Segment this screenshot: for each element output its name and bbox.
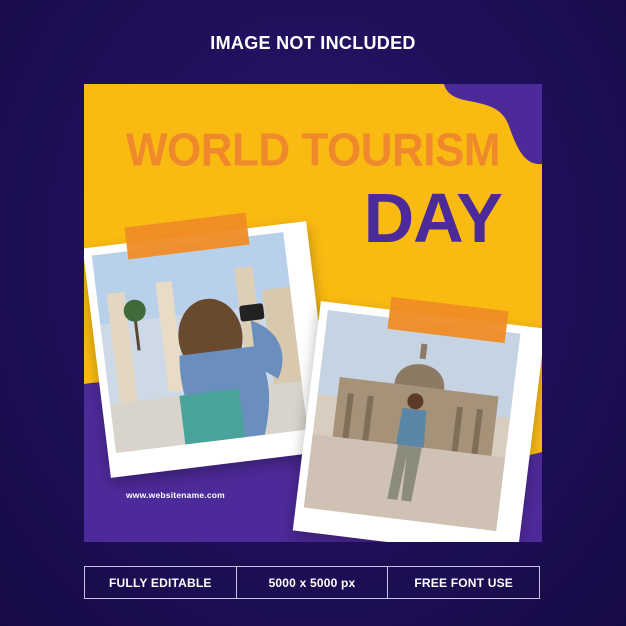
title-world-tourism: WORLD TOURISM [126, 124, 501, 177]
photo-frame-1 [84, 221, 335, 478]
title-day: DAY [363, 179, 503, 257]
feature-free-font: FREE FONT USE [387, 567, 539, 598]
photo-basilica-traveler [302, 310, 537, 542]
feature-bar: FULLY EDITABLE 5000 x 5000 px FREE FONT … [84, 566, 540, 599]
website-url: www.websitename.com [126, 490, 225, 500]
feature-dimensions: 5000 x 5000 px [235, 567, 388, 598]
feature-fully-editable: FULLY EDITABLE [109, 575, 212, 590]
tourism-poster: WORLD TOURISM DAY www.websitename.com [84, 84, 542, 542]
photo-photographer-columns [91, 230, 326, 469]
image-not-included-label: IMAGE NOT INCLUDED [210, 33, 416, 53]
